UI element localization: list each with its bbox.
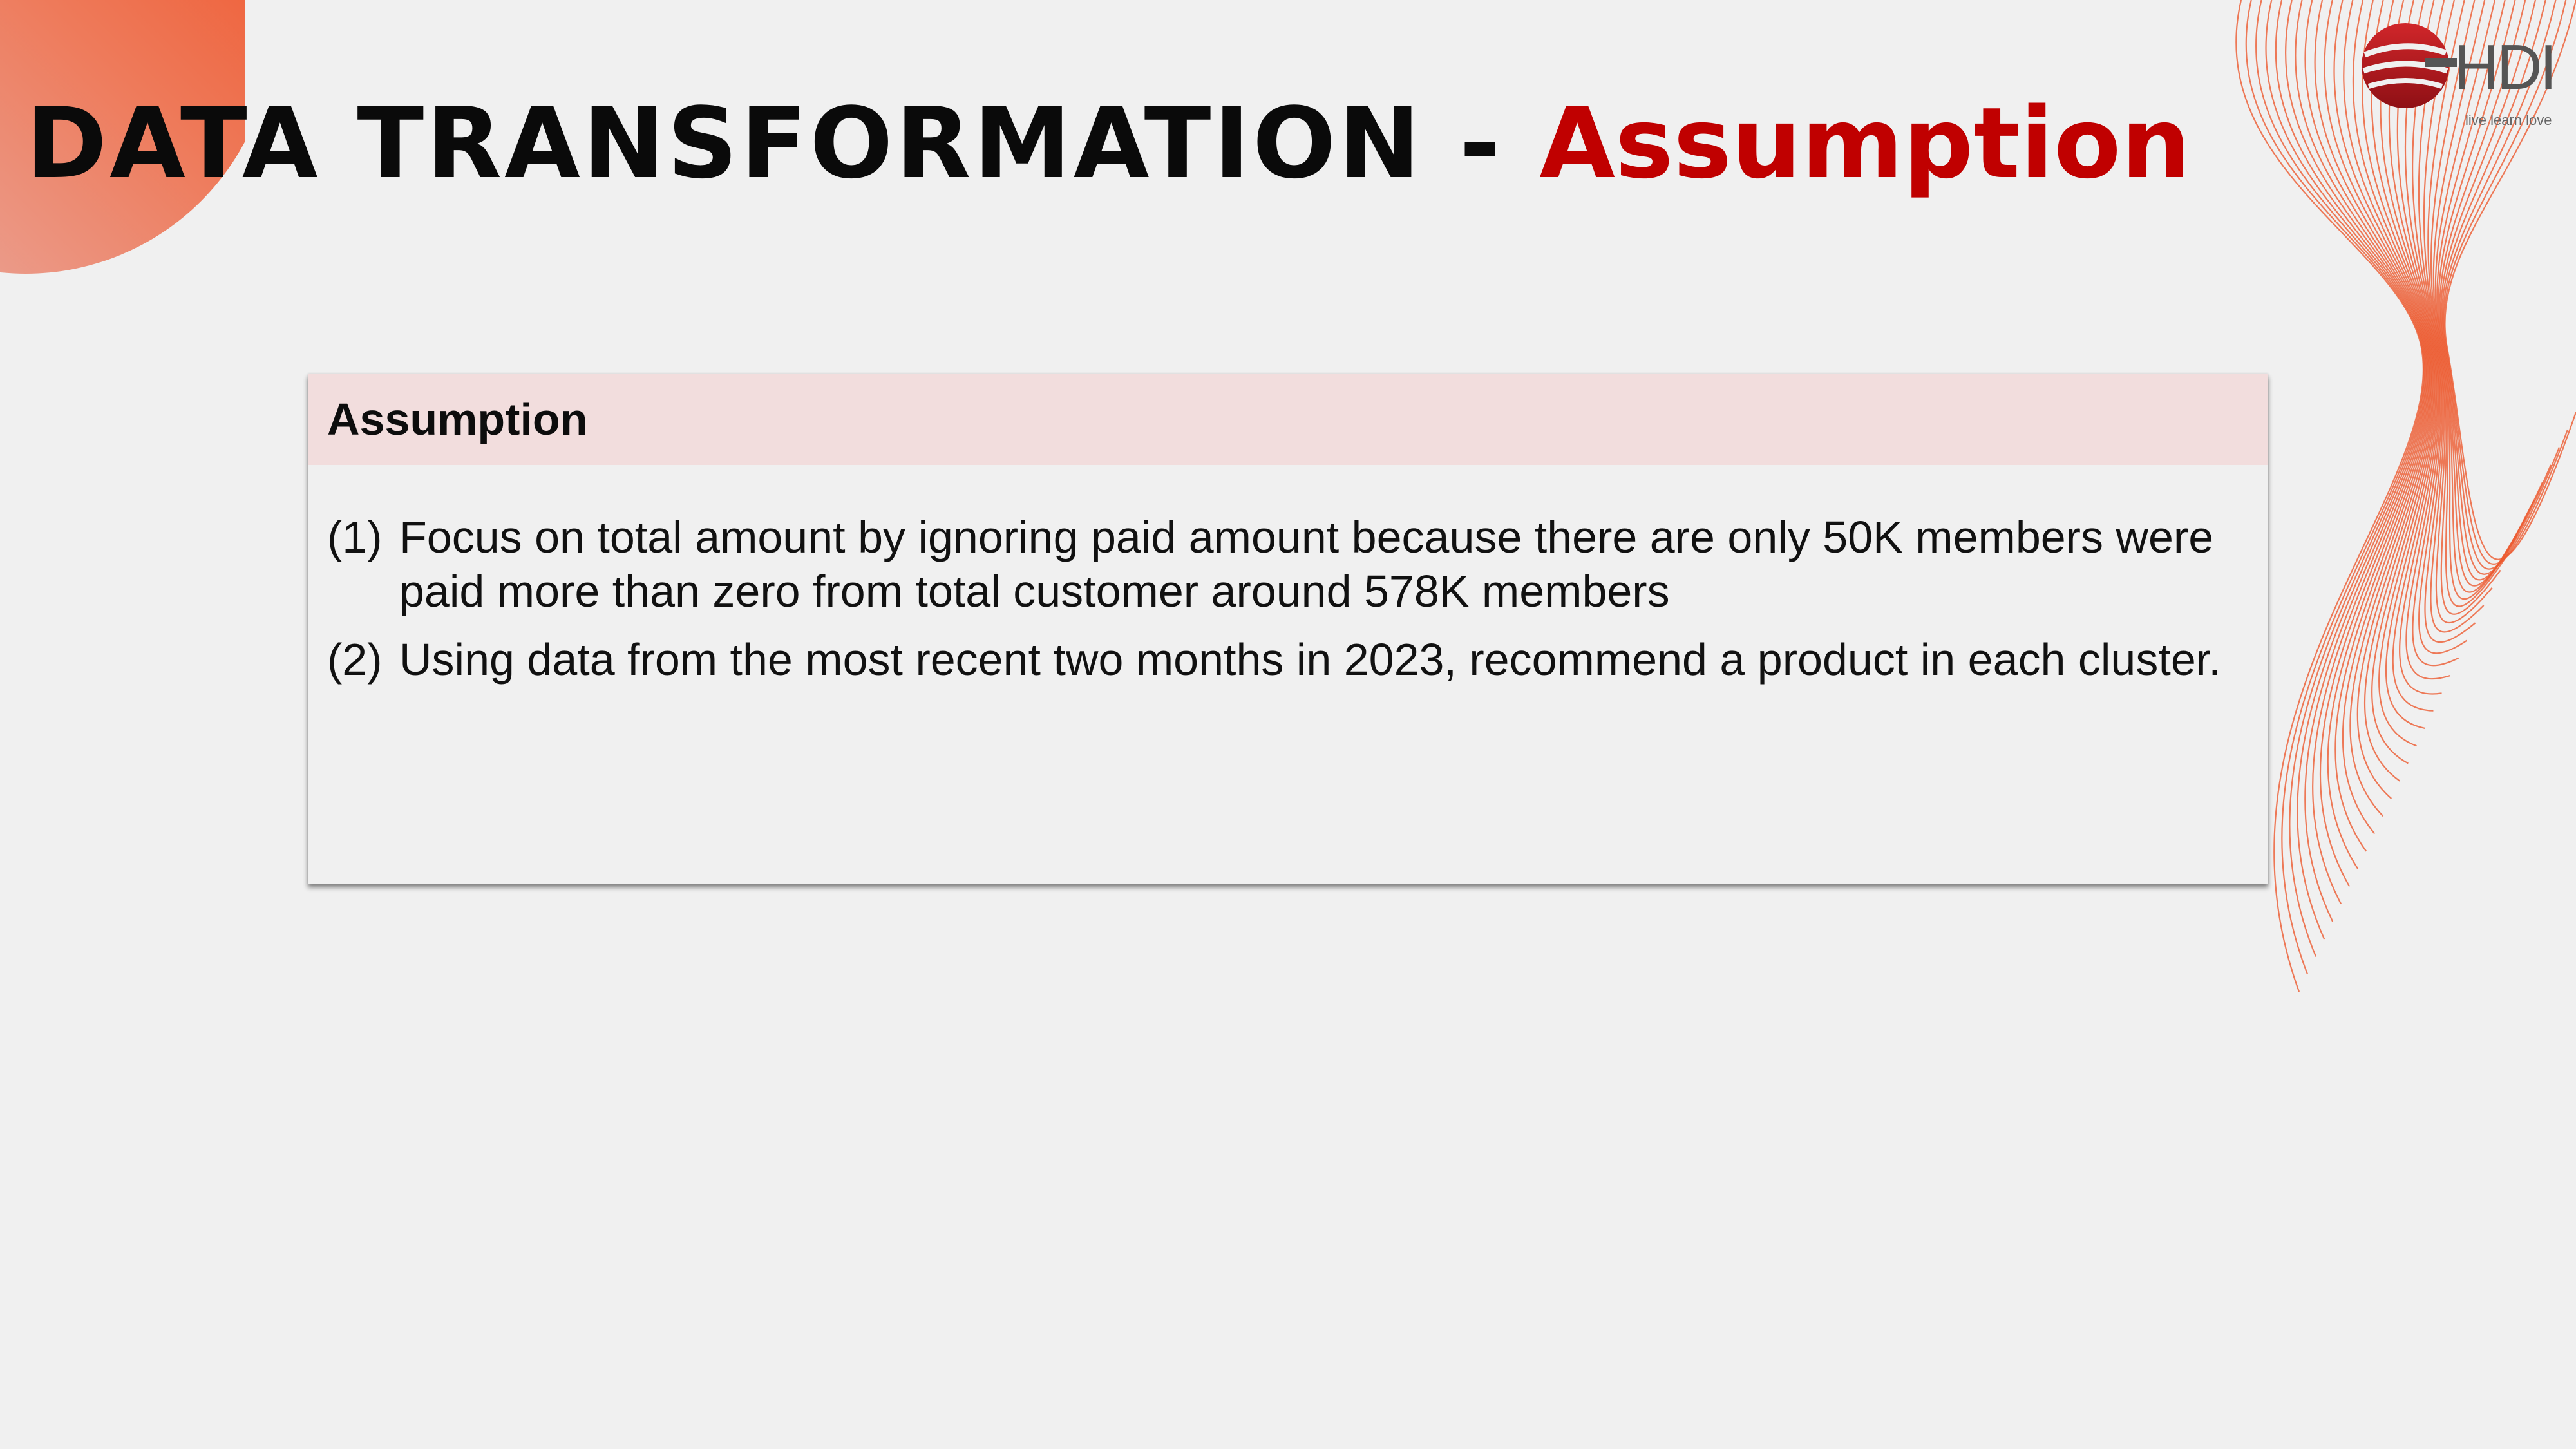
card-heading: Assumption xyxy=(308,374,2268,465)
assumption-number: (2) xyxy=(327,634,383,685)
slide-title-accent: Assumption xyxy=(1539,86,2191,200)
assumption-card: Assumption (1) Focus on total amount by … xyxy=(308,374,2268,884)
assumption-item: (2) Using data from the most recent two … xyxy=(327,629,2249,690)
assumption-item: (1) Focus on total amount by ignoring pa… xyxy=(327,510,2249,618)
assumption-number: (1) xyxy=(327,512,383,562)
assumption-text: Using data from the most recent two mont… xyxy=(399,634,2221,685)
slide-title: DATA TRANSFORMATION - Assumption xyxy=(26,82,2191,205)
svg-text:HDI: HDI xyxy=(2454,32,2555,102)
slide-title-main: DATA TRANSFORMATION - xyxy=(26,86,1540,200)
assumption-text: Focus on total amount by ignoring paid a… xyxy=(399,512,2214,616)
wave-line xyxy=(2255,0,2426,957)
assumption-list: (1) Focus on total amount by ignoring pa… xyxy=(308,465,2268,690)
wave-lines-decoration xyxy=(2235,0,2576,992)
svg-text:live learn love: live learn love xyxy=(2465,112,2552,128)
hdi-logo: HDI live learn love xyxy=(2362,23,2557,128)
